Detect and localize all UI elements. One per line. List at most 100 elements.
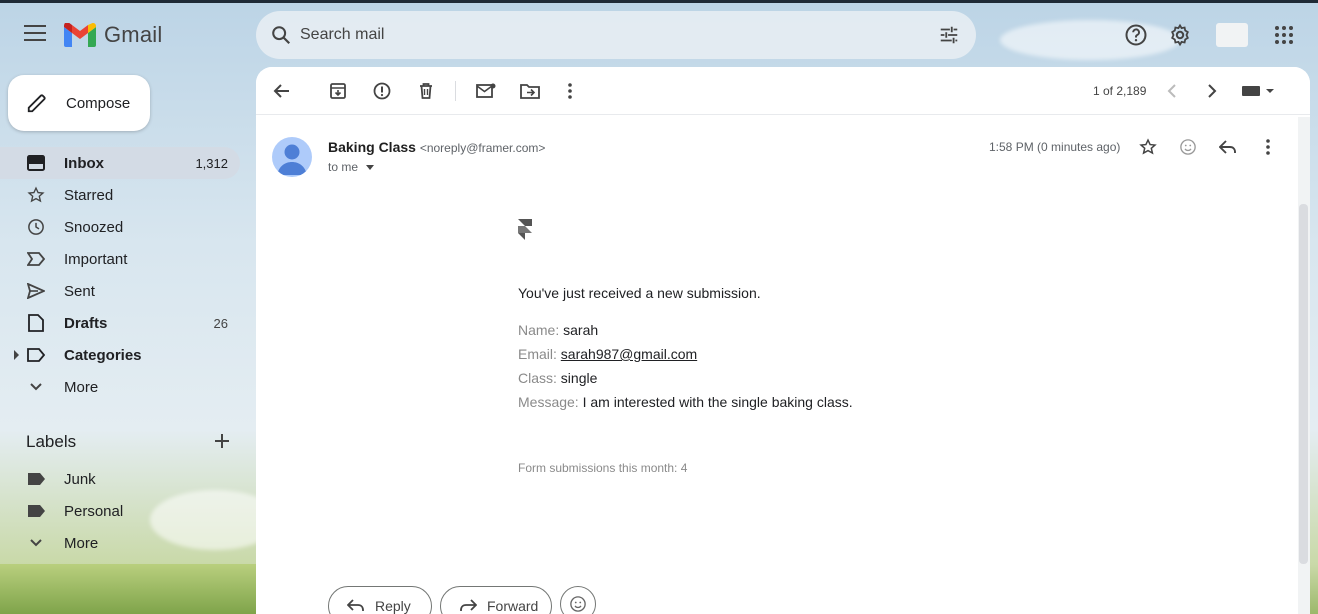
- field-value: I am interested with the single baking c…: [582, 394, 853, 410]
- report-spam-icon[interactable]: [370, 79, 394, 103]
- label-name: Personal: [64, 502, 124, 520]
- labels-list: Junk Personal More: [0, 463, 256, 559]
- settings-gear-icon[interactable]: [1168, 23, 1192, 47]
- label-item-junk[interactable]: Junk: [0, 463, 256, 495]
- field-message: Message: I am interested with the single…: [518, 394, 853, 410]
- reply-icon[interactable]: [1216, 135, 1240, 159]
- reply-button[interactable]: Reply: [328, 586, 432, 614]
- email-link[interactable]: sarah987@gmail.com: [561, 346, 697, 362]
- framer-logo-icon: [518, 219, 532, 240]
- mark-unread-icon[interactable]: [474, 79, 498, 103]
- recipient-details[interactable]: to me: [328, 160, 375, 174]
- sidebar-item-label: Important: [64, 250, 128, 268]
- pagination-label: 1 of 2,189: [1093, 84, 1147, 98]
- compose-button[interactable]: Compose: [8, 75, 150, 131]
- label-icon: [26, 345, 46, 365]
- sidebar-item-label: Starred: [64, 186, 114, 204]
- chevron-down-icon: [26, 377, 46, 397]
- main-menu-icon[interactable]: [24, 25, 46, 43]
- label-tag-icon: [26, 501, 46, 521]
- message-timestamp: 1:58 PM (0 minutes ago): [989, 140, 1121, 154]
- sidebar-item-label: Inbox: [64, 154, 104, 172]
- delete-trash-icon[interactable]: [414, 79, 438, 103]
- newer-chevron-left-icon[interactable]: [1160, 79, 1184, 103]
- sidebar-item-label: Categories: [64, 346, 142, 364]
- label-item-personal[interactable]: Personal: [0, 495, 256, 527]
- scrollbar-thumb[interactable]: [1299, 204, 1308, 564]
- sidebar-item-inbox[interactable]: Inbox 1,312: [0, 147, 240, 179]
- smiley-icon: [570, 596, 586, 612]
- sidebar-item-sent[interactable]: Sent: [0, 275, 256, 307]
- more-options-icon[interactable]: [558, 79, 582, 103]
- expand-caret-icon[interactable]: [14, 350, 19, 360]
- sender-name[interactable]: Baking Class: [328, 139, 416, 155]
- recipient-label: to me: [328, 160, 359, 174]
- archive-icon[interactable]: [326, 79, 350, 103]
- chevron-down-icon: [26, 533, 46, 553]
- sidebar-nav: Inbox 1,312 Starred Snoozed Important Se…: [0, 147, 256, 403]
- field-key: Class:: [518, 370, 557, 386]
- add-label-icon[interactable]: [213, 432, 231, 450]
- labels-heading: Labels: [26, 432, 77, 451]
- sidebar-item-important[interactable]: Important: [0, 243, 256, 275]
- field-class: Class: single: [518, 370, 597, 386]
- send-icon: [26, 281, 46, 301]
- star-icon[interactable]: [1136, 135, 1160, 159]
- sender-avatar[interactable]: [272, 137, 312, 177]
- person-icon: [277, 144, 307, 175]
- help-icon[interactable]: [1124, 23, 1148, 47]
- older-chevron-right-icon[interactable]: [1200, 79, 1224, 103]
- message-intro: You've just received a new submission.: [518, 285, 761, 301]
- sidebar-item-label: Snoozed: [64, 218, 124, 236]
- sender-info: Baking Class <noreply@framer.com>: [328, 139, 545, 155]
- search-input[interactable]: [300, 21, 900, 49]
- emoji-reaction-icon[interactable]: [1176, 135, 1200, 159]
- input-tools-keyboard-icon[interactable]: [1240, 79, 1276, 103]
- sidebar-item-snoozed[interactable]: Snoozed: [0, 211, 256, 243]
- draft-icon: [26, 313, 46, 333]
- field-name: Name: sarah: [518, 322, 598, 338]
- sidebar-item-label: Drafts: [64, 314, 108, 332]
- field-key: Email:: [518, 346, 557, 362]
- compose-label: Compose: [66, 94, 131, 112]
- label-name: Junk: [64, 470, 96, 488]
- search-icon[interactable]: [270, 24, 292, 46]
- label-item-more[interactable]: More: [0, 527, 256, 559]
- field-key: Name:: [518, 322, 560, 338]
- clock-icon: [26, 217, 46, 237]
- field-email: Email: sarah987@gmail.com: [518, 346, 697, 362]
- gmail-logo[interactable]: Gmail: [64, 22, 162, 48]
- label-tag-icon: [26, 469, 46, 489]
- field-value: single: [560, 370, 598, 386]
- background-grass: [0, 564, 256, 614]
- pencil-icon: [27, 94, 46, 113]
- search-bar[interactable]: [256, 11, 976, 59]
- emoji-react-button[interactable]: [560, 586, 596, 614]
- back-arrow-icon[interactable]: [270, 79, 294, 103]
- message-toolbar: 1 of 2,189: [256, 67, 1310, 115]
- app-name: Gmail: [104, 22, 163, 47]
- google-apps-icon[interactable]: [1272, 23, 1296, 47]
- inbox-icon: [26, 153, 46, 173]
- reply-label: Reply: [375, 598, 411, 614]
- message-pane: 1 of 2,189 Baking Class <noreply@framer.…: [256, 67, 1310, 614]
- forward-label: Forward: [487, 598, 539, 614]
- recipient-dropdown-icon[interactable]: [366, 164, 375, 170]
- toolbar-divider: [455, 81, 456, 101]
- forward-button[interactable]: Forward: [440, 586, 552, 614]
- unread-count: 1,312: [195, 155, 228, 171]
- draft-count: 26: [213, 315, 228, 331]
- important-icon: [26, 249, 46, 269]
- sidebar-item-more[interactable]: More: [0, 371, 256, 403]
- move-to-folder-icon[interactable]: [518, 79, 542, 103]
- reply-arrow-icon: [347, 599, 364, 611]
- gmail-m-icon: [64, 23, 96, 47]
- sidebar-item-categories[interactable]: Categories: [0, 339, 256, 371]
- message-more-icon[interactable]: [1256, 135, 1280, 159]
- search-options-icon[interactable]: [938, 24, 960, 46]
- sidebar-item-drafts[interactable]: Drafts 26: [0, 307, 256, 339]
- account-image-icon[interactable]: [1216, 23, 1248, 47]
- sidebar-item-starred[interactable]: Starred: [0, 179, 256, 211]
- field-key: Message:: [518, 394, 579, 410]
- sender-email: <noreply@framer.com>: [419, 141, 546, 155]
